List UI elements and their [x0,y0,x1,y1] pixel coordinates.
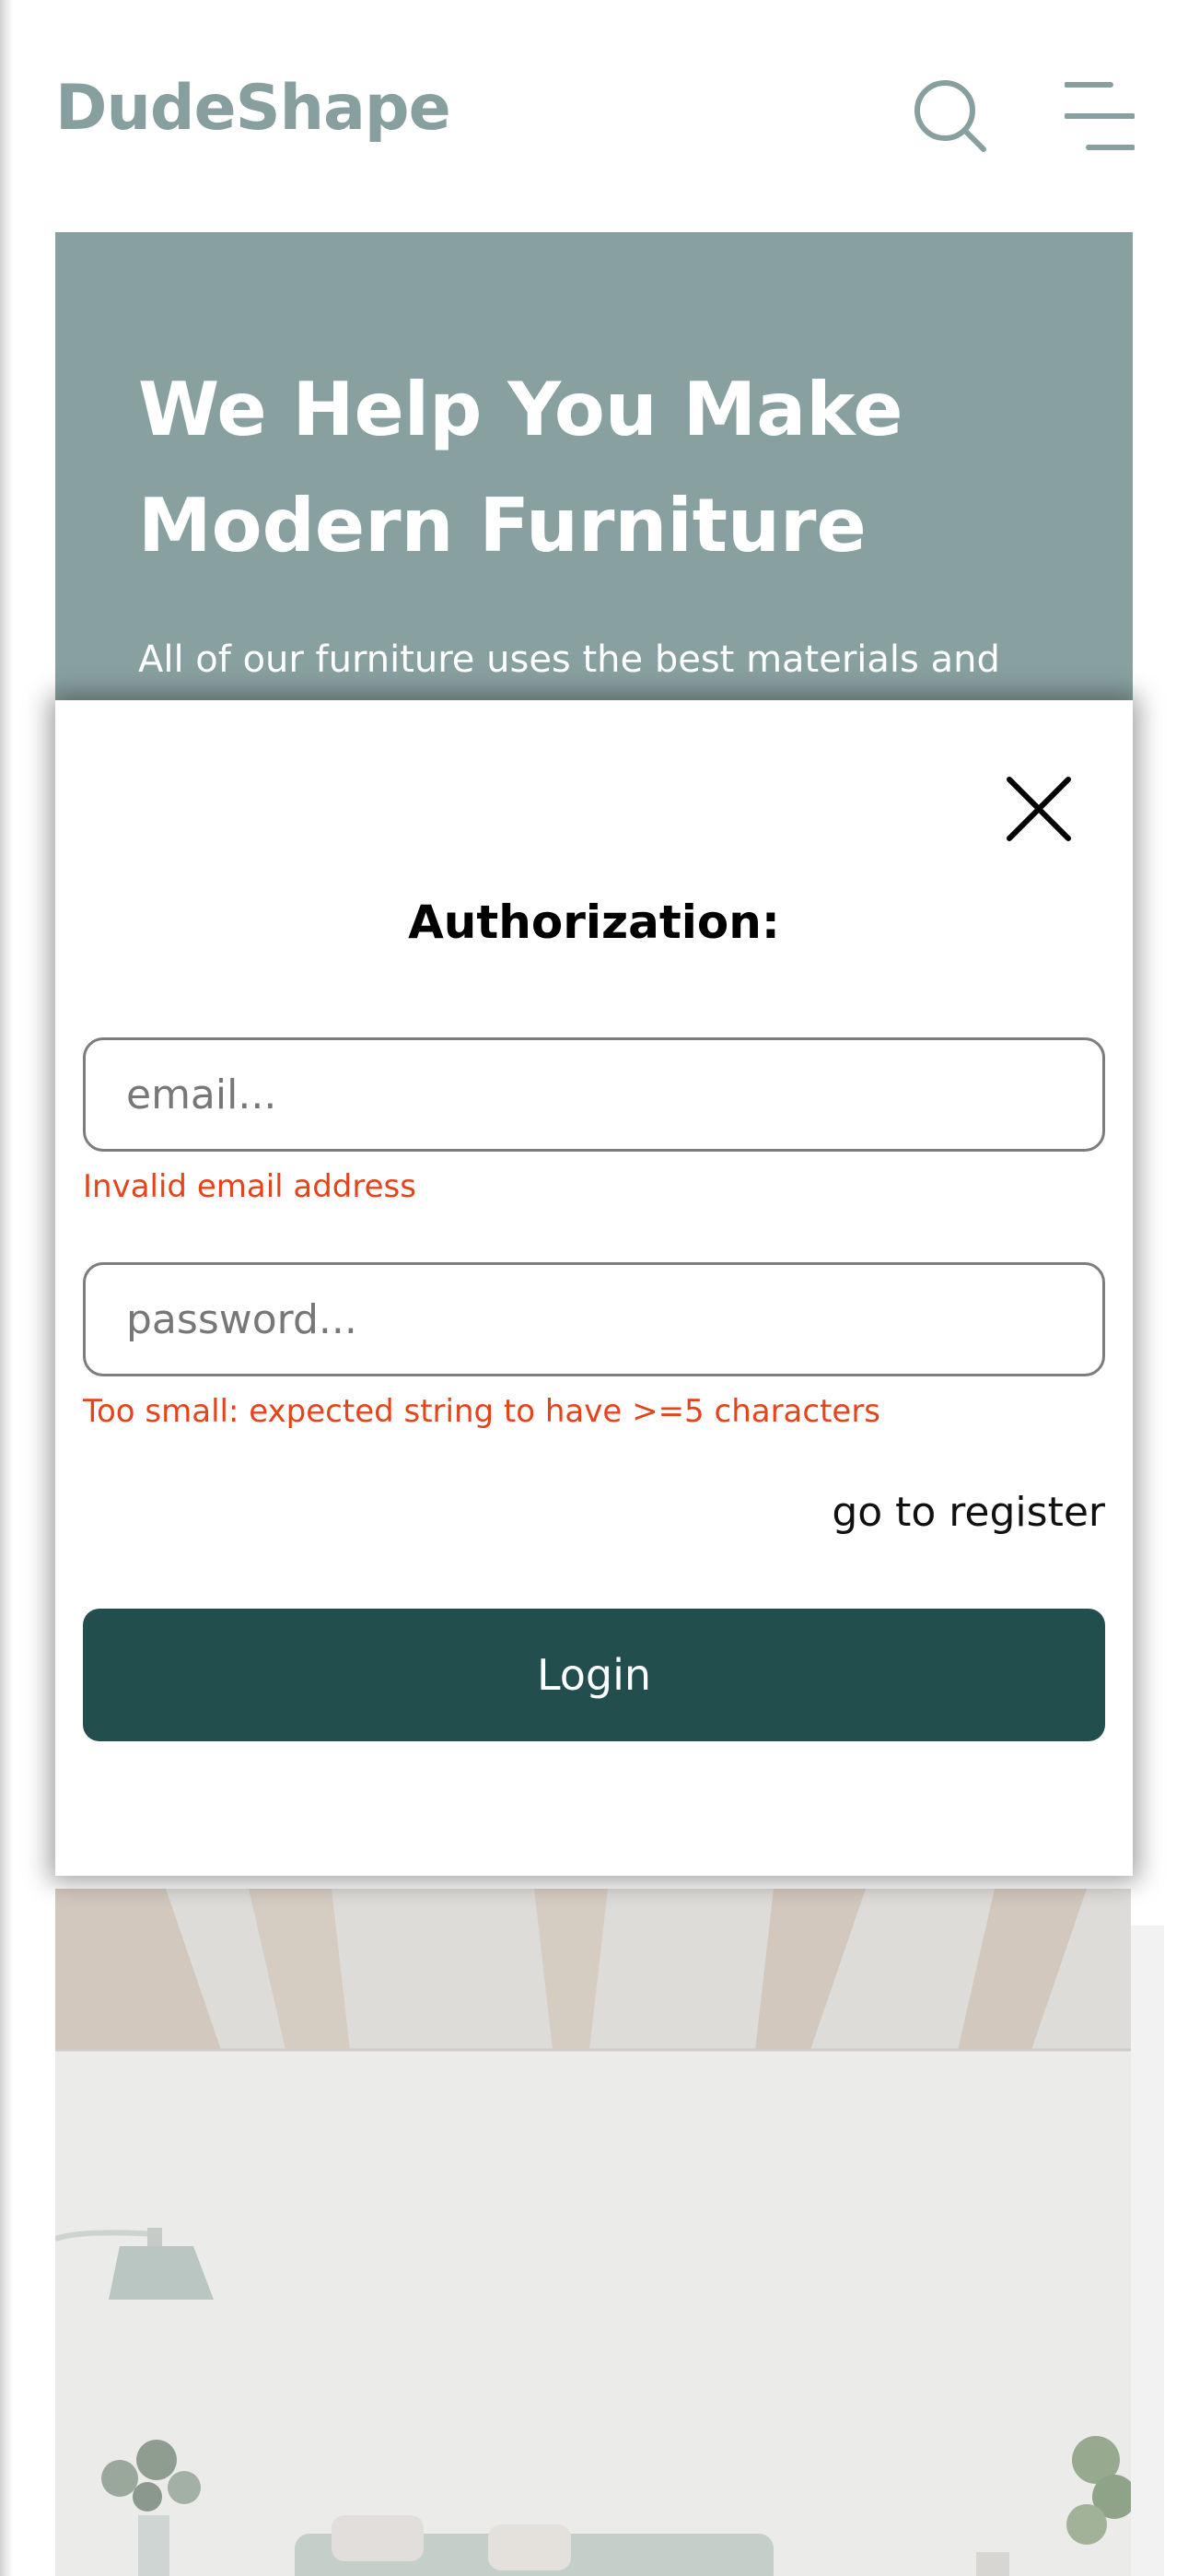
menu-icon [1064,82,1136,150]
email-field[interactable] [83,1037,1105,1152]
site-logo[interactable]: DudeShape [55,72,451,145]
living-room-illustration [55,1889,1131,2576]
password-error-message: Too small: expected string to have >=5 c… [83,1393,881,1430]
email-error-message: Invalid email address [83,1168,416,1205]
search-button[interactable] [912,77,987,153]
register-link[interactable]: go to register [832,1489,1105,1536]
close-icon [1007,777,1071,841]
hero-title-line-2: Modern Furniture [138,483,867,568]
hero-banner: We Help You Make Modern Furniture All of… [55,232,1133,702]
modal-title: Authorization: [408,896,780,949]
search-icon [914,80,986,152]
password-field[interactable] [83,1262,1105,1376]
hero-title: We Help You Make Modern Furniture [138,352,1059,584]
hero-description: All of our furniture uses the best mater… [138,638,1000,681]
page-edge-shadow [0,0,13,2576]
menu-button[interactable] [1064,79,1136,153]
hero-title-line-1: We Help You Make [138,367,903,452]
close-button[interactable] [1002,772,1076,846]
site-header: DudeShape [0,0,1188,230]
authorization-modal: Authorization: Invalid email address Too… [55,700,1133,1876]
login-button[interactable]: Login [83,1609,1105,1741]
hero-image-edge [1131,1926,1164,2576]
hero-image [55,1889,1131,2576]
